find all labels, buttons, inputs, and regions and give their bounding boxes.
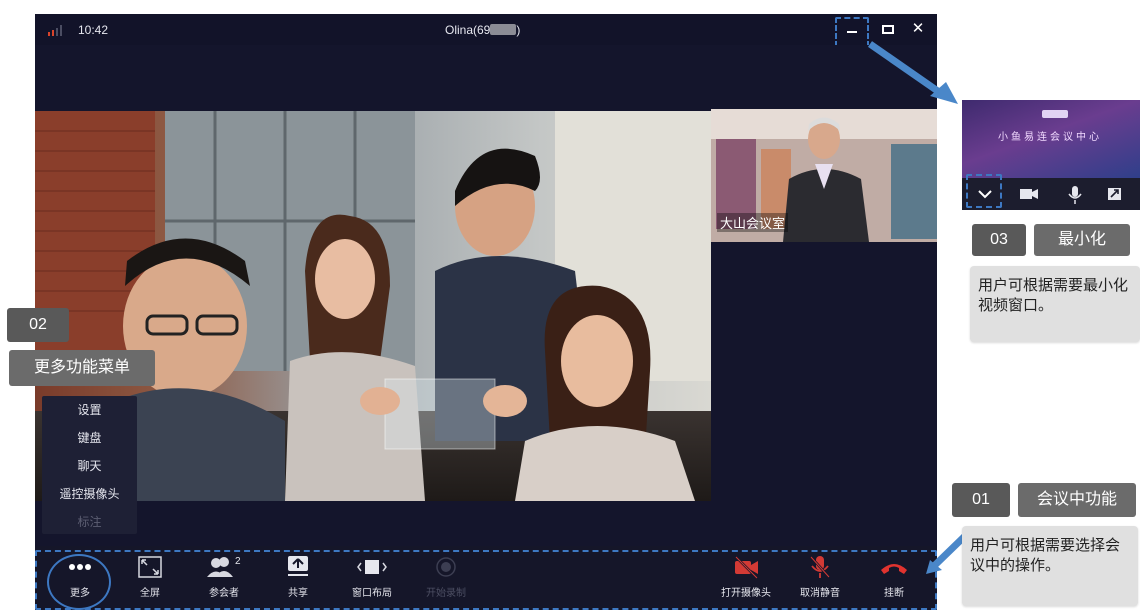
clock-time: 10:42 (78, 23, 109, 37)
maximize-button[interactable] (877, 18, 899, 40)
close-button[interactable]: ✕ (907, 18, 929, 40)
annotation-03-number: 03 (972, 224, 1026, 256)
microphone-icon[interactable] (1068, 186, 1082, 204)
top-strip (35, 45, 937, 110)
menu-item-remote-camera[interactable]: 遥控摄像头 (42, 480, 137, 508)
annotation-02-number: 02 (7, 308, 69, 342)
more-button-highlight (47, 554, 111, 610)
menu-item-chat[interactable]: 聊天 (42, 452, 137, 480)
mini-logo (1042, 110, 1068, 118)
annotation-01-description: 用户可根据需要选择会议中的操作。 (962, 526, 1138, 606)
annotation-01-number: 01 (952, 483, 1010, 517)
minimize-highlight (835, 17, 869, 47)
signal-strength-icon (48, 25, 62, 36)
pip-room-label: 大山会议室 (717, 213, 789, 232)
video-call-window: 10:42 Olina(69) ✕ 大山会议室 设置 键盘 聊天 遥控摄像头 标… (35, 14, 937, 610)
annotation-03-description: 用户可根据需要最小化视频窗口。 (970, 266, 1140, 342)
toolbar-highlight (35, 550, 937, 610)
more-menu: 设置 键盘 聊天 遥控摄像头 标注 (42, 396, 137, 534)
maximize-icon (882, 25, 894, 34)
menu-item-keyboard[interactable]: 键盘 (42, 424, 137, 452)
redacted-number (490, 24, 517, 35)
annotation-01-title: 会议中功能 (1018, 483, 1136, 517)
pip-video-feed[interactable]: 大山会议室 (711, 109, 937, 242)
annotation-02-title: 更多功能菜单 (9, 350, 155, 386)
menu-item-annotate: 标注 (77, 515, 102, 529)
expand-window-icon[interactable] (1108, 188, 1121, 200)
close-icon: ✕ (911, 20, 925, 37)
expand-chevron-highlight (966, 174, 1002, 208)
caller-name: Olina(69) (445, 23, 521, 37)
title-bar: 10:42 Olina(69) ✕ (35, 14, 937, 45)
menu-item-settings[interactable]: 设置 (42, 396, 137, 424)
mini-screen-text: 小鱼易连会议中心 (998, 132, 1102, 143)
mini-screen: 小鱼易连会议中心 (962, 100, 1140, 178)
video-camera-icon[interactable] (1020, 189, 1038, 199)
annotation-03-title: 最小化 (1034, 224, 1130, 256)
